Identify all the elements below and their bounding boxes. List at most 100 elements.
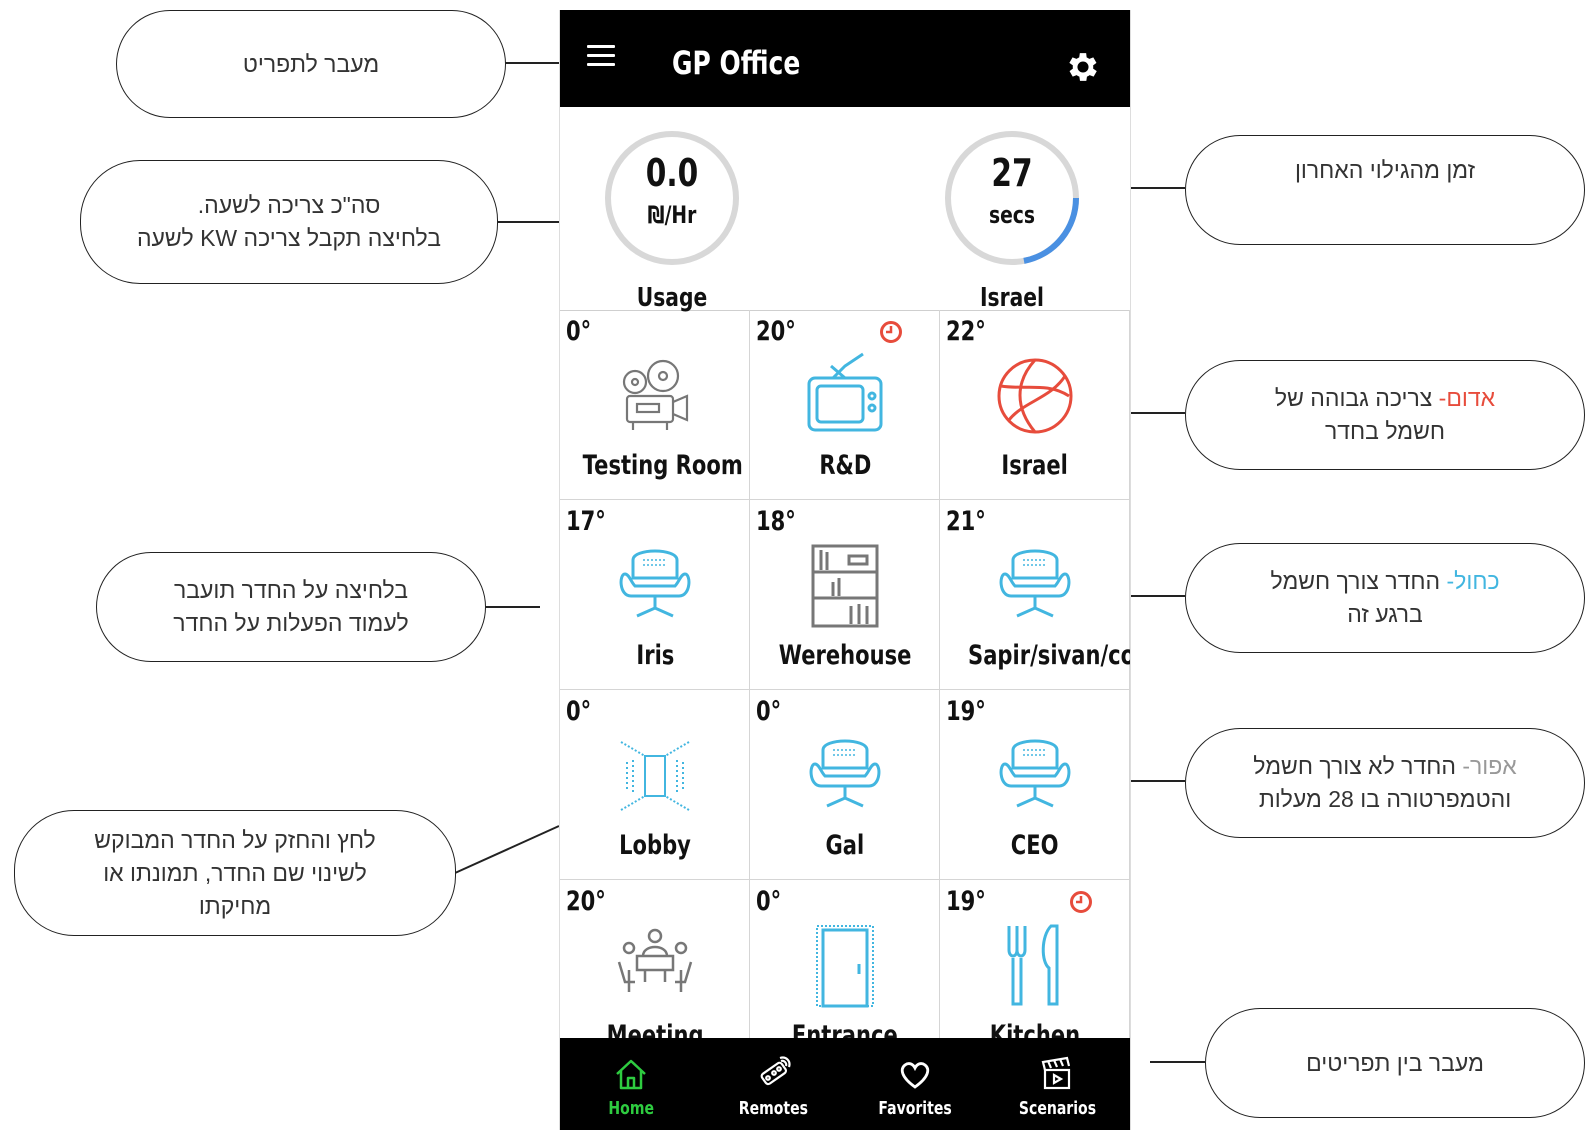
annotation-usage: סה"כ צריכה לשעה. בלחיצה תקבל צריכה KW לש… (80, 160, 498, 284)
home-icon (613, 1056, 649, 1092)
nav-tab-remotes[interactable]: Remotes (702, 1038, 844, 1130)
annotation-nav-switch: מעבר בין תפריטים (1205, 1008, 1585, 1118)
shelf-icon (805, 542, 885, 628)
tv-icon (805, 352, 885, 438)
room-tile[interactable]: 0° Lobby (560, 690, 750, 880)
nav-label: Scenarios (1018, 1098, 1096, 1119)
room-tile[interactable]: 0° Gal (750, 690, 940, 880)
red-word: אדום- (1438, 385, 1496, 411)
room-temperature: 19° (946, 696, 986, 727)
room-name: Sapir/sivan/coral (968, 640, 1130, 671)
israel-gauge[interactable]: 27 secs Israel (937, 123, 1087, 313)
nav-tab-favorites[interactable]: Favorites (844, 1038, 986, 1130)
blue-word: כחול- (1446, 568, 1500, 594)
annotation-text: ברגע זה (1347, 601, 1423, 627)
israel-value: 27 (991, 151, 1033, 195)
remote-icon (755, 1056, 791, 1092)
israel-label: Israel (979, 283, 1045, 313)
room-tile[interactable]: 18° Werehouse (750, 500, 940, 690)
usage-ring (605, 131, 739, 265)
room-temperature: 21° (946, 506, 986, 537)
room-temperature: 17° (566, 506, 606, 537)
phone-screen: GP Office 0.0 ₪/Hr Usage 27 secs Israel … (559, 10, 1131, 1130)
clock-icon (1069, 890, 1093, 914)
room-name: Gal (825, 830, 865, 861)
annotation-blue: כחול- החדר צורך חשמל ברגע זה (1185, 543, 1585, 653)
annotation-text: כחול- החדר צורך חשמל (1270, 565, 1499, 598)
room-temperature: 0° (566, 316, 592, 347)
lobby-icon (615, 732, 695, 818)
annotation-gray: אפור- החדר לא צורך חשמל והטמפרטורה בו 28… (1185, 728, 1585, 838)
room-name: R&D (818, 450, 872, 481)
room-temperature: 18° (756, 506, 796, 537)
gray-word: אפור- (1462, 753, 1517, 779)
nav-tab-scenarios[interactable]: Scenarios (986, 1038, 1128, 1130)
clapper-icon (1039, 1056, 1075, 1092)
annotation-text: זמן מהגילוי האחרון (1294, 156, 1476, 183)
top-app-bar: GP Office (560, 10, 1130, 107)
room-temperature: 0° (756, 696, 782, 727)
nav-label: Favorites (878, 1098, 952, 1119)
room-tile[interactable]: 0° Testing Room (560, 310, 750, 500)
usage-unit: ₪/Hr (647, 201, 697, 229)
room-name: Israel (1001, 450, 1069, 481)
heart-icon (897, 1056, 933, 1092)
israel-ring (945, 131, 1079, 265)
annotation-text: אפור- החדר לא צורך חשמל (1253, 750, 1516, 783)
door-icon (805, 922, 885, 1008)
chair-icon (995, 542, 1075, 628)
annotation-text: סה"כ צריכה לשעה. (197, 192, 381, 218)
clock-icon (879, 320, 903, 344)
blue-rest: החדר צורך חשמל (1270, 568, 1447, 594)
room-temperature: 0° (566, 696, 592, 727)
annotation-text: מעבר לתפריט (242, 50, 380, 77)
room-tile[interactable]: 21° Sapir/sivan/coral (940, 500, 1130, 690)
room-name: Testing Room (582, 450, 743, 481)
hamburger-menu-icon[interactable] (587, 45, 615, 67)
room-temperature: 0° (756, 886, 782, 917)
room-temperature: 20° (566, 886, 606, 917)
projector-icon (615, 352, 695, 438)
israel-unit: secs (988, 201, 1036, 229)
annotation-text: לחץ והחזק על החדר המבוקש (94, 826, 376, 853)
room-tile[interactable]: 19° CEO (940, 690, 1130, 880)
annotation-text: לשינוי שם החדר, תמונתו או (103, 859, 367, 886)
room-tile[interactable]: 20° R&D (750, 310, 940, 500)
chair-icon (995, 732, 1075, 818)
chair-icon (805, 732, 885, 818)
room-tile[interactable]: 17° Iris (560, 500, 750, 690)
room-name: Iris (636, 640, 674, 671)
annotation-last-discovery: זמן מהגילוי האחרון (1185, 135, 1585, 245)
annotation-text: חשמל בחדר (1325, 418, 1446, 444)
nav-label: Home (608, 1098, 654, 1119)
chair-icon (615, 542, 695, 628)
red-rest: צריכה גבוהה של (1274, 385, 1439, 411)
meeting-icon (615, 922, 695, 1008)
room-temperature: 19° (946, 886, 986, 917)
nav-label: Remotes (738, 1098, 808, 1119)
annotation-text: בלחיצה על החדר תועבר (173, 577, 409, 603)
usage-gauge[interactable]: 0.0 ₪/Hr Usage (597, 123, 747, 313)
usage-label: Usage (636, 283, 708, 313)
gauges-panel: 0.0 ₪/Hr Usage 27 secs Israel (560, 107, 1130, 313)
room-name: Werehouse (778, 640, 912, 671)
annotation-text: לעמוד הפעלות על החדר (173, 610, 409, 636)
annotation-red: אדום- צריכה גבוהה של חשמל בחדר (1185, 360, 1585, 470)
app-title: GP Office (672, 44, 801, 82)
room-temperature: 22° (946, 316, 986, 347)
room-tile[interactable]: 22° Israel (940, 310, 1130, 500)
gear-icon[interactable] (1064, 48, 1102, 86)
room-name: CEO (1011, 830, 1059, 861)
annotation-long-press: לחץ והחזק על החדר המבוקש לשינוי שם החדר,… (14, 810, 456, 936)
bottom-navigation: Home Remotes Favorites Scenarios (560, 1038, 1130, 1130)
room-name: Lobby (619, 830, 691, 861)
ball-icon (995, 352, 1075, 438)
annotation-text: מעבר בין תפריטים (1306, 1049, 1484, 1076)
nav-tab-home[interactable]: Home (560, 1038, 702, 1130)
annotation-room-click: בלחיצה על החדר תועבר לעמוד הפעלות על החד… (96, 552, 486, 662)
annotation-text: אדום- צריכה גבוהה של (1275, 382, 1495, 415)
annotation-text: והטמפרטורה בו 28 מעלות (1258, 786, 1512, 812)
usage-value: 0.0 (645, 151, 699, 195)
cutlery-icon (995, 922, 1075, 1008)
gray-rest: החדר לא צורך חשמל (1253, 753, 1463, 779)
